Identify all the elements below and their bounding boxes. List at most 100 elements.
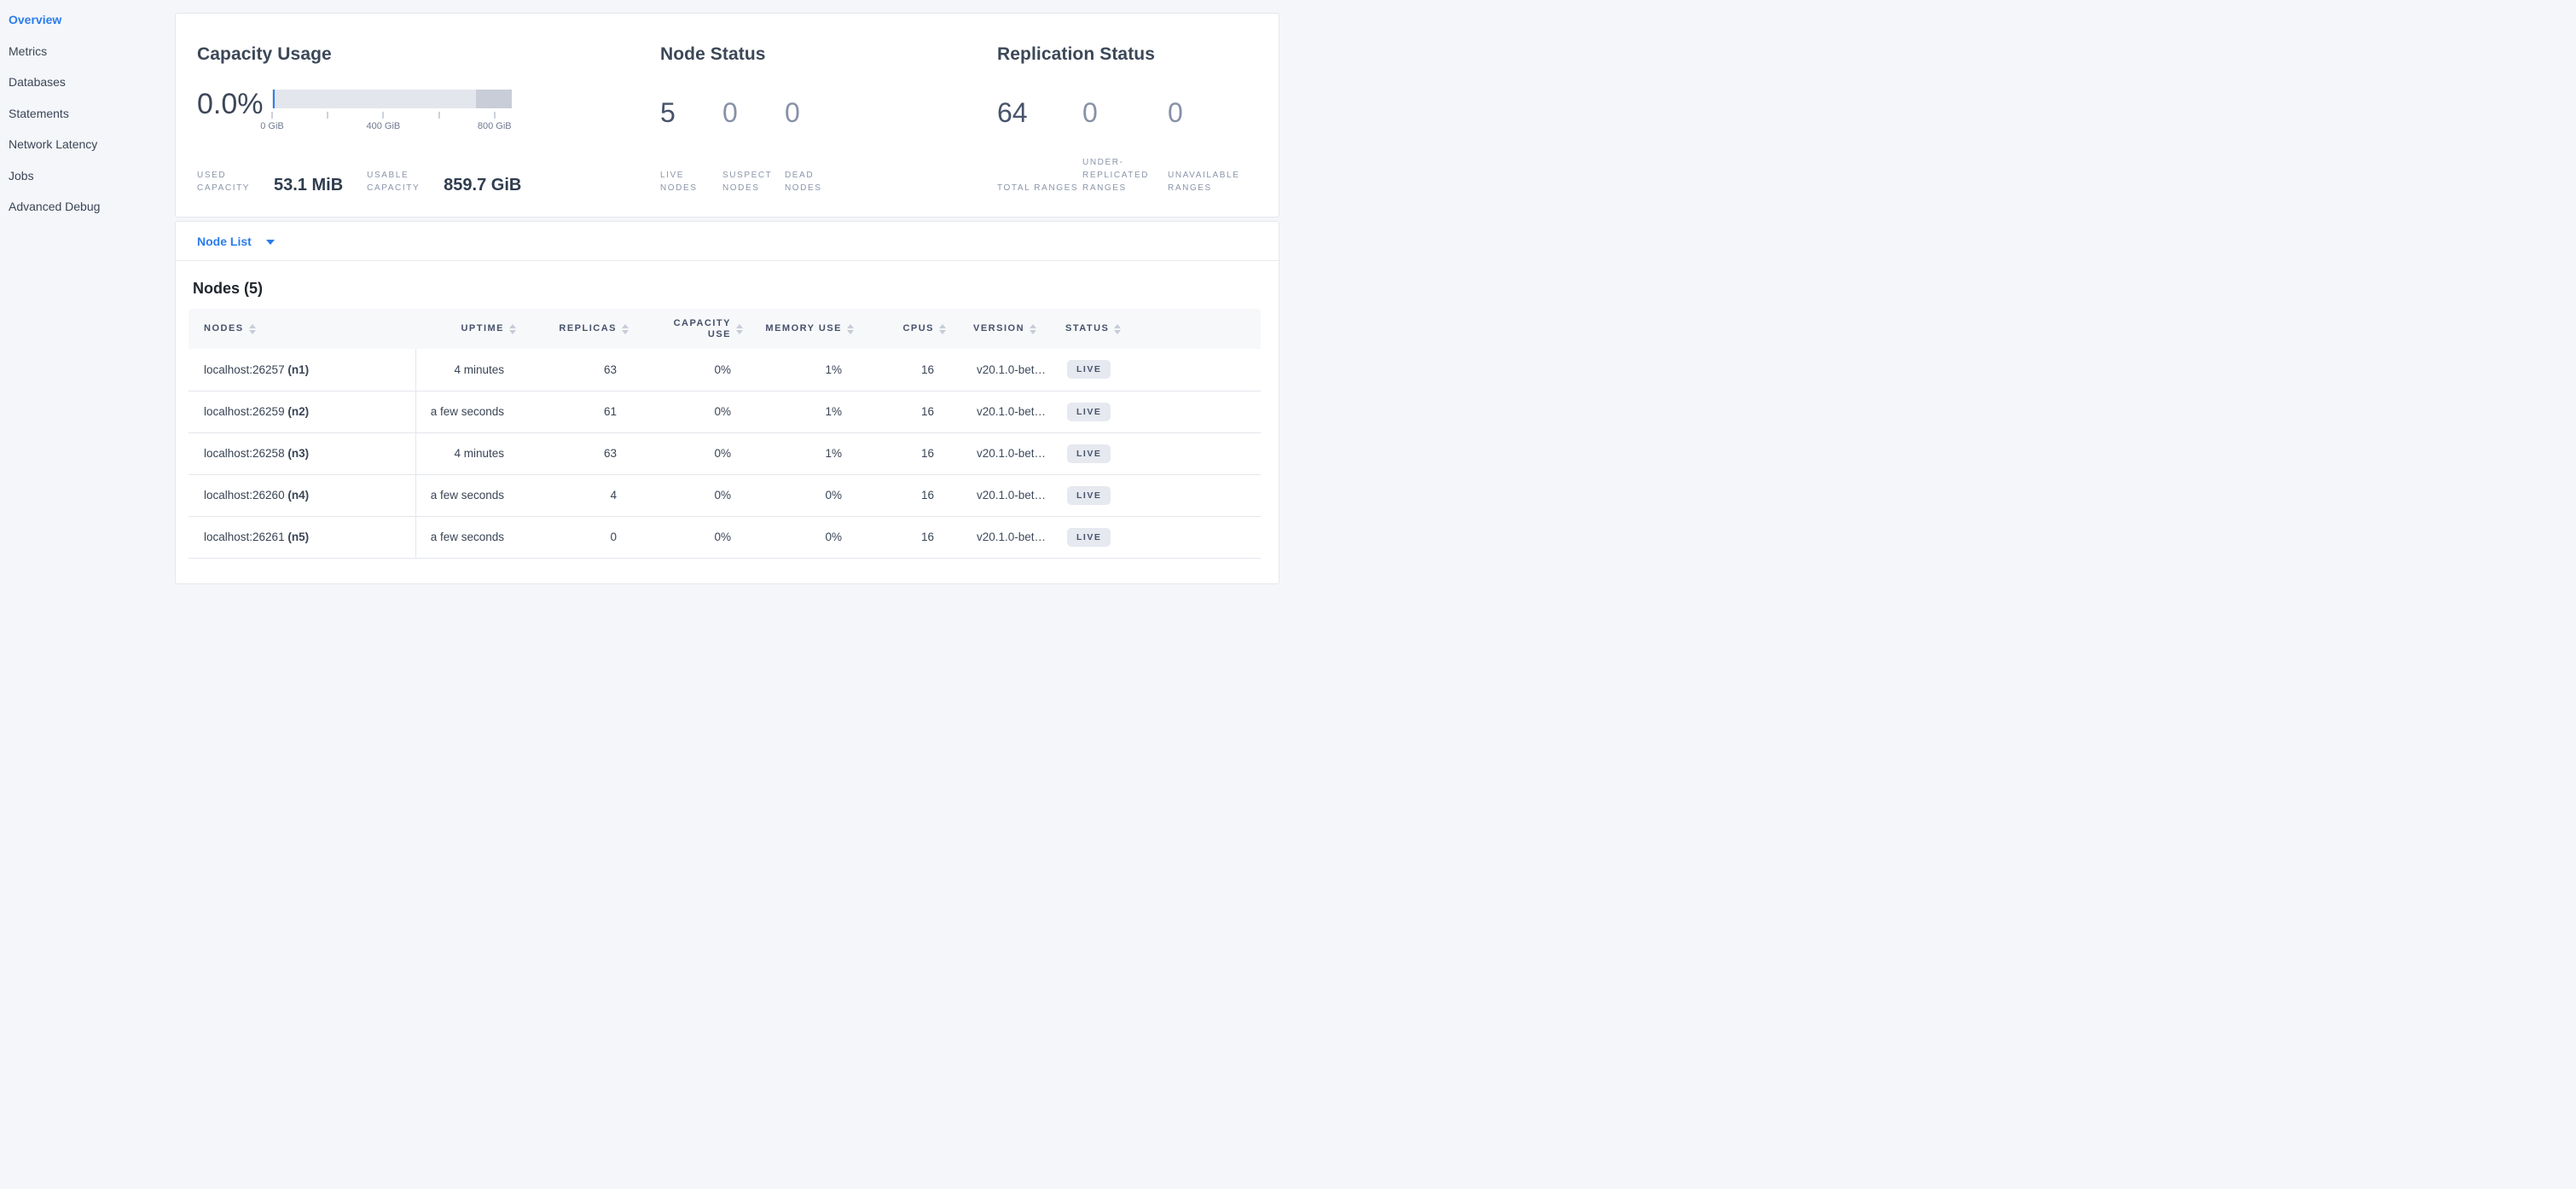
status-badge: LIVE (1067, 528, 1111, 547)
cpus-cell: 16 (864, 391, 956, 432)
status-badge: LIVE (1067, 360, 1111, 379)
column-header-version[interactable]: VERSION (956, 309, 1060, 349)
sidebar-item-databases[interactable]: Databases (9, 67, 175, 98)
version-cell: v20.1.0-bet… (956, 432, 1060, 474)
sidebar-item-metrics[interactable]: Metrics (9, 36, 175, 67)
main-content: Capacity Usage 0.0% 0 GiB 40 (175, 0, 1279, 584)
version-cell: v20.1.0-bet… (956, 516, 1060, 558)
axis-label-800: 800 GiB (478, 121, 512, 131)
nodes-table-section: Nodes (5) NODES UPTIME RE (176, 280, 1279, 559)
suspect-nodes-value: 0 (722, 96, 785, 130)
replicas-cell: 61 (526, 391, 639, 432)
node-list-card: Node List Nodes (5) NODES UPTIME (175, 221, 1279, 584)
live-nodes-value: 5 (660, 96, 722, 130)
cluster-summary-card: Capacity Usage 0.0% 0 GiB 40 (175, 13, 1279, 218)
column-header-cpus[interactable]: CPUS (864, 309, 956, 349)
usable-capacity-value: 859.7 GiB (444, 176, 521, 194)
axis-label-0: 0 GiB (260, 121, 284, 131)
capacity-bar-overflow-segment (476, 90, 512, 108)
capacity-bar-used-marker (273, 90, 275, 108)
total-ranges-value: 64 (997, 96, 1082, 130)
memory-use-cell: 1% (753, 391, 864, 432)
status-badge: LIVE (1067, 403, 1111, 421)
capacity-use-cell: 0% (639, 349, 753, 391)
node-id: (n4) (287, 489, 309, 502)
memory-use-cell: 1% (753, 432, 864, 474)
node-status-labels: LIVE NODES SUSPECT NODES DEAD NODES (660, 169, 997, 194)
axis-label-400: 400 GiB (367, 121, 401, 131)
capacity-bar: 0 GiB 400 GiB 800 GiB (272, 90, 512, 136)
replication-labels: TOTAL RANGES UNDER-REPLICATED RANGES UNA… (997, 156, 1253, 194)
sort-icon (1114, 324, 1121, 334)
capacity-stats: USED CAPACITY 53.1 MiB USABLE CAPACITY 8… (197, 169, 660, 194)
used-capacity-value: 53.1 MiB (274, 176, 343, 194)
sort-icon (736, 324, 743, 334)
sidebar-item-statements[interactable]: Statements (9, 98, 175, 130)
unavailable-ranges-label: UNAVAILABLE RANGES (1168, 169, 1250, 194)
table-header-row: NODES UPTIME REPLICAS CAPACITY USE MEMOR (189, 309, 1261, 349)
sidebar: Overview Metrics Databases Statements Ne… (0, 0, 175, 223)
memory-use-cell: 0% (753, 516, 864, 558)
total-ranges-label: TOTAL RANGES (997, 182, 1079, 194)
column-header-nodes[interactable]: NODES (189, 309, 415, 349)
table-row: localhost:26258 (n3) 4 minutes 63 0% 1% … (189, 432, 1261, 474)
nodes-section-title: Nodes (5) (193, 280, 1261, 298)
table-row: localhost:26259 (n2) a few seconds 61 0%… (189, 391, 1261, 432)
status-badge: LIVE (1067, 444, 1111, 463)
node-list-dropdown[interactable]: Node List (176, 222, 1279, 261)
node-id: (n5) (287, 531, 309, 543)
capacity-gauge: 0.0% 0 GiB 400 GiB 800 GiB (197, 87, 660, 136)
table-row: localhost:26260 (n4) a few seconds 4 0% … (189, 474, 1261, 516)
memory-use-cell: 0% (753, 474, 864, 516)
cpus-cell: 16 (864, 474, 956, 516)
sidebar-item-advanced-debug[interactable]: Advanced Debug (9, 191, 175, 223)
node-id: (n1) (287, 363, 309, 376)
node-address-link[interactable]: localhost:26257 (n1) (189, 349, 415, 391)
node-status-values: 5 0 0 (660, 96, 997, 130)
column-header-uptime[interactable]: UPTIME (415, 309, 526, 349)
node-address-link[interactable]: localhost:26261 (n5) (189, 516, 415, 558)
column-header-memory-use[interactable]: MEMORY USE (753, 309, 864, 349)
replicas-cell: 63 (526, 432, 639, 474)
table-row: localhost:26257 (n1) 4 minutes 63 0% 1% … (189, 349, 1261, 391)
sort-icon (1030, 324, 1036, 334)
sort-icon (249, 324, 256, 334)
sort-icon (939, 324, 946, 334)
sidebar-item-network-latency[interactable]: Network Latency (9, 129, 175, 160)
table-row: localhost:26261 (n5) a few seconds 0 0% … (189, 516, 1261, 558)
replicas-cell: 63 (526, 349, 639, 391)
status-cell: LIVE (1060, 516, 1261, 558)
status-cell: LIVE (1060, 474, 1261, 516)
uptime-cell: a few seconds (415, 516, 526, 558)
column-header-capacity-use[interactable]: CAPACITY USE (639, 309, 753, 349)
capacity-use-cell: 0% (639, 432, 753, 474)
column-header-status[interactable]: STATUS (1060, 309, 1261, 349)
capacity-use-cell: 0% (639, 391, 753, 432)
capacity-usage-section: Capacity Usage 0.0% 0 GiB 40 (197, 43, 660, 194)
node-address-link[interactable]: localhost:26259 (n2) (189, 391, 415, 432)
sidebar-item-overview[interactable]: Overview (9, 4, 175, 36)
replication-status-section: Replication Status 64 0 0 TOTAL RANGES U… (997, 43, 1253, 194)
dead-nodes-value: 0 (785, 96, 847, 130)
column-header-replicas[interactable]: REPLICAS (526, 309, 639, 349)
sidebar-item-jobs[interactable]: Jobs (9, 160, 175, 192)
capacity-axis: 0 GiB 400 GiB 800 GiB (272, 108, 512, 136)
uptime-cell: a few seconds (415, 474, 526, 516)
capacity-usage-title: Capacity Usage (197, 43, 660, 67)
live-nodes-label: LIVE NODES (660, 169, 715, 194)
status-cell: LIVE (1060, 391, 1261, 432)
capacity-use-cell: 0% (639, 516, 753, 558)
cpus-cell: 16 (864, 432, 956, 474)
status-cell: LIVE (1060, 432, 1261, 474)
node-address-link[interactable]: localhost:26260 (n4) (189, 474, 415, 516)
node-list-dropdown-label: Node List (197, 235, 252, 248)
chevron-down-icon (266, 240, 275, 245)
uptime-cell: 4 minutes (415, 349, 526, 391)
sort-icon (622, 324, 629, 334)
capacity-use-cell: 0% (639, 474, 753, 516)
uptime-cell: a few seconds (415, 391, 526, 432)
under-replicated-ranges-label: UNDER-REPLICATED RANGES (1082, 156, 1164, 194)
node-address-link[interactable]: localhost:26258 (n3) (189, 432, 415, 474)
status-badge: LIVE (1067, 486, 1111, 505)
memory-use-cell: 1% (753, 349, 864, 391)
